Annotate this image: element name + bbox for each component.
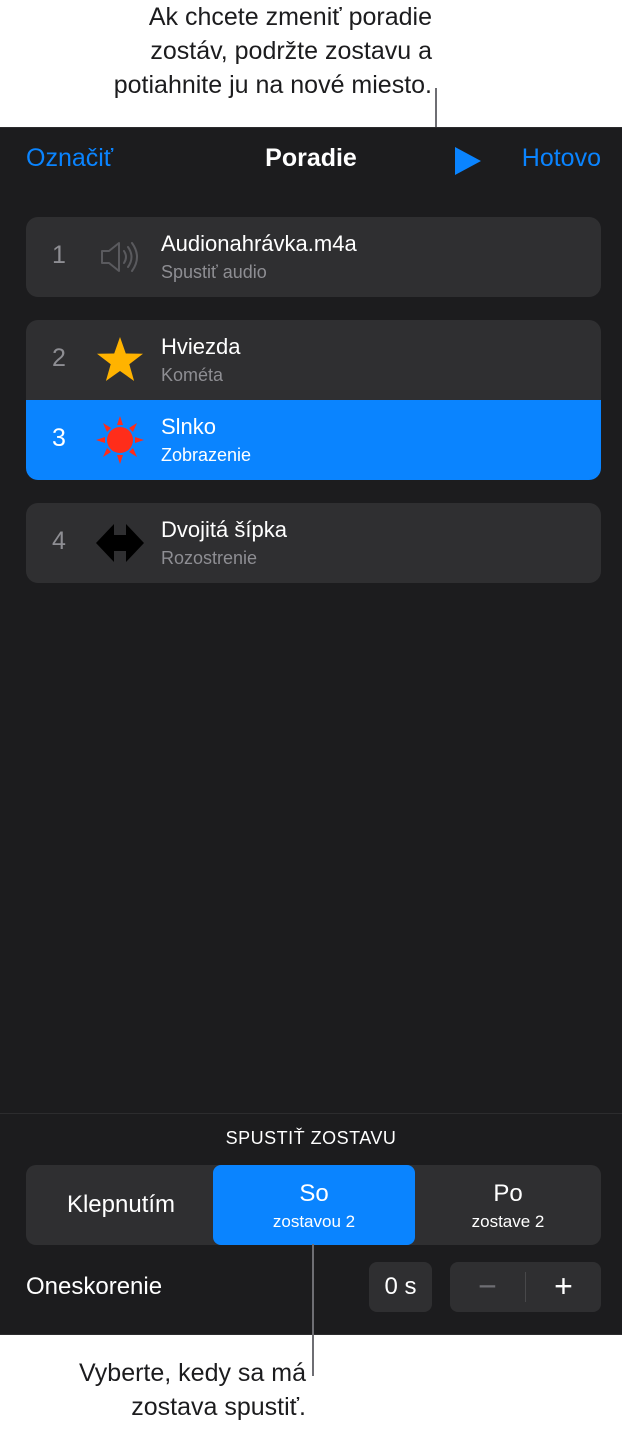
delay-value-field[interactable]: 0 s <box>369 1262 432 1312</box>
divider <box>0 1113 622 1114</box>
build-order-panel: Označiť Poradie Hotovo 1 Audionahrávka.m… <box>0 127 622 1335</box>
play-icon[interactable] <box>452 146 482 176</box>
build-number: 2 <box>52 344 66 372</box>
build-effect: Rozostrenie <box>161 548 258 568</box>
star-icon <box>97 337 143 381</box>
build-effect: Spustiť audio <box>161 262 267 282</box>
start-build-label: SPUSTIŤ ZOSTAVU <box>225 1128 397 1148</box>
option-sublabel: zostave 2 <box>471 1212 545 1231</box>
start-after-build-option[interactable]: Po zostave 2 <box>415 1165 601 1245</box>
option-label: Klepnutím <box>66 1191 176 1218</box>
callout-reorder: Ak chcete zmeniť poradie zostáv, podržte… <box>113 3 432 99</box>
build-title: Dvojitá šípka <box>161 517 287 542</box>
build-row-2[interactable]: 2 Hviezda Kométa <box>26 320 601 400</box>
delay-label: Oneskorenie <box>26 1273 163 1300</box>
start-build-segmented-control: Klepnutím So zostavou 2 Po zostave 2 <box>26 1165 601 1245</box>
build-number: 3 <box>52 424 66 452</box>
callout-start-build: Vyberte, kedy sa má zostava spustiť. <box>79 1359 306 1421</box>
build-row-4[interactable]: 4 Dvojitá šípka Rozostrenie <box>26 503 601 583</box>
option-sublabel: zostavou 2 <box>272 1212 356 1231</box>
increment-button[interactable]: + <box>526 1262 601 1312</box>
decrement-button[interactable]: − <box>450 1262 525 1312</box>
callout-leader-bottom <box>312 1244 314 1376</box>
build-title: Hviezda <box>161 334 241 359</box>
build-number: 4 <box>52 527 66 555</box>
build-row-3[interactable]: 3 Slnko Zobrazenie <box>26 400 601 480</box>
build-row-1[interactable]: 1 Audionahrávka.m4a Spustiť audio <box>26 217 601 297</box>
build-number: 1 <box>52 241 66 269</box>
done-button[interactable]: Hotovo <box>522 144 601 173</box>
double-arrow-icon <box>96 524 144 562</box>
build-title: Slnko <box>161 414 217 439</box>
build-title: Audionahrávka.m4a <box>161 231 357 256</box>
start-with-build-option[interactable]: So zostavou 2 <box>213 1165 415 1245</box>
speaker-icon <box>101 242 138 272</box>
option-label: So <box>299 1180 329 1207</box>
build-effect: Kométa <box>161 365 224 385</box>
delay-stepper: − + <box>450 1262 601 1312</box>
start-on-tap-option[interactable]: Klepnutím <box>26 1165 216 1245</box>
build-effect: Zobrazenie <box>161 445 252 465</box>
option-label: Po <box>493 1180 523 1207</box>
sun-icon <box>96 416 144 464</box>
nav-bar: Označiť Poradie Hotovo <box>0 128 622 192</box>
